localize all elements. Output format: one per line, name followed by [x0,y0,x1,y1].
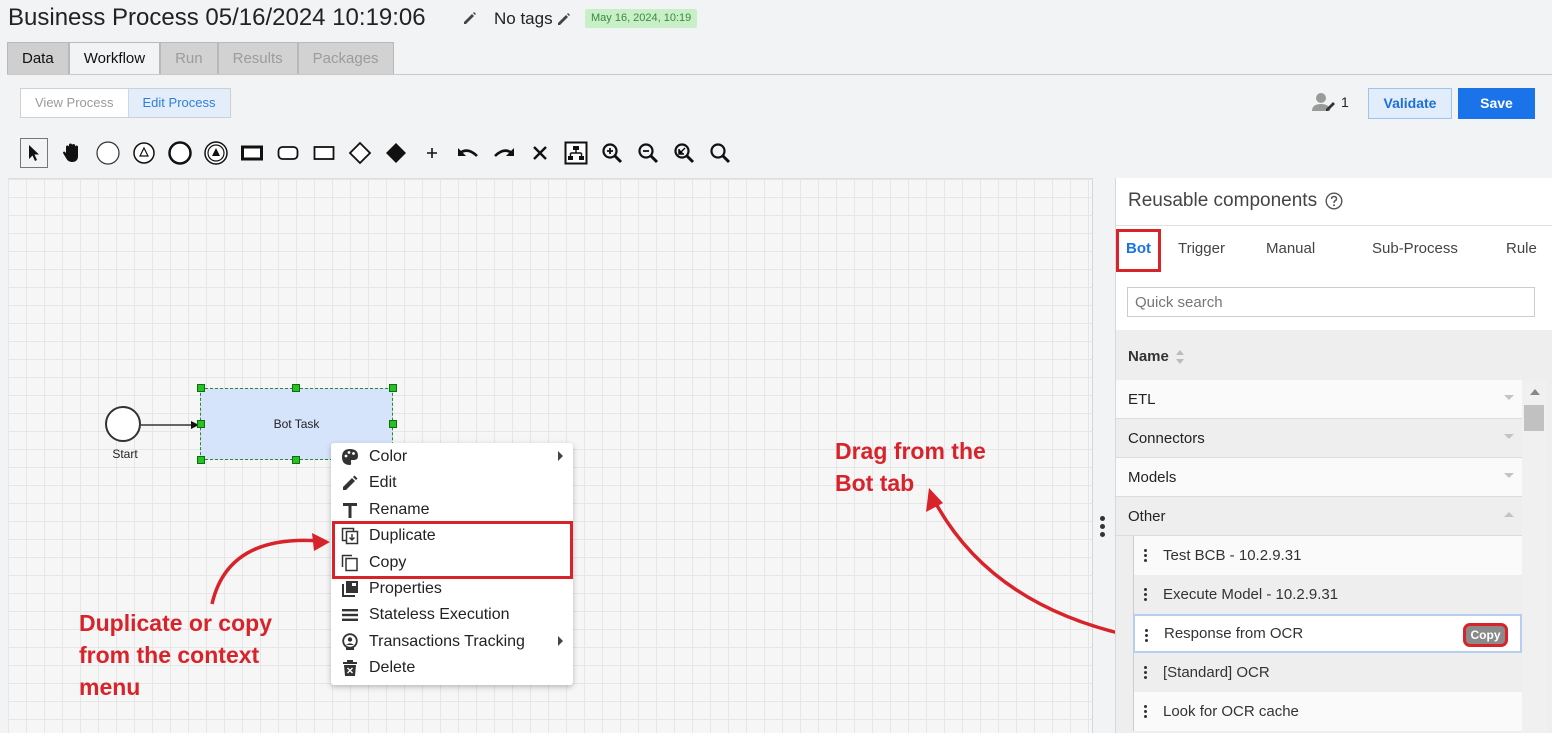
kebab-menu-icon[interactable] [1145,629,1148,642]
chevron-down-icon [1504,395,1514,400]
list-item[interactable]: Look for OCR cache [1133,692,1522,731]
tab-sub-process[interactable]: Sub-Process [1372,240,1458,257]
column-header-label: Name [1128,348,1169,365]
list-item-label: [Standard] OCR [1163,664,1270,681]
sort-icon [1175,349,1184,364]
group-label: Connectors [1128,429,1205,447]
help-icon[interactable] [1325,192,1343,210]
scroll-up-icon[interactable] [1530,389,1540,395]
group-label: Other [1128,507,1166,525]
component-list: ETL Connectors Models Other Test BCB - 1… [1116,380,1522,731]
reusable-components-panel: Reusable components Bot Trigger Manual S… [1115,178,1552,733]
name-column-header[interactable]: Name [1128,348,1185,365]
list-item-label: Test BCB - 10.2.9.31 [1163,547,1302,564]
component-tabs: Bot Trigger Manual Sub-Process Rule [1116,225,1552,275]
bot-tab-highlight [1116,229,1161,272]
copy-button[interactable]: Copy [1463,623,1508,647]
list-item[interactable]: Execute Model - 10.2.9.31 [1133,575,1522,614]
chevron-up-icon [1504,512,1514,517]
quick-search-input[interactable] [1127,287,1535,317]
group-etl[interactable]: ETL [1116,380,1522,419]
scroll-thumb[interactable] [1524,405,1544,431]
list-item-selected[interactable]: Response from OCR Copy [1133,614,1522,653]
group-models[interactable]: Models [1116,458,1522,497]
kebab-menu-icon[interactable] [1144,666,1147,679]
group-label: ETL [1128,390,1156,408]
panel-title-text: Reusable components [1128,190,1318,211]
list-item[interactable]: [Standard] OCR [1133,653,1522,692]
list-item-label: Look for OCR cache [1163,703,1299,720]
kebab-menu-icon[interactable] [1144,588,1147,601]
chevron-down-icon [1504,473,1514,478]
kebab-menu-icon[interactable] [1144,549,1147,562]
panel-title: Reusable components [1128,190,1343,212]
group-label: Models [1128,468,1177,486]
group-other[interactable]: Other [1116,497,1522,536]
tab-rule[interactable]: Rule [1506,240,1537,257]
group-connectors[interactable]: Connectors [1116,419,1522,458]
chevron-down-icon [1504,434,1514,439]
list-scrollbar[interactable] [1522,381,1547,733]
tab-manual[interactable]: Manual [1266,240,1315,257]
kebab-menu-icon[interactable] [1144,705,1147,718]
list-item[interactable]: Test BCB - 10.2.9.31 [1133,536,1522,575]
tab-trigger[interactable]: Trigger [1178,240,1225,257]
list-item-label: Execute Model - 10.2.9.31 [1163,586,1339,603]
list-item-label: Response from OCR [1164,625,1304,642]
